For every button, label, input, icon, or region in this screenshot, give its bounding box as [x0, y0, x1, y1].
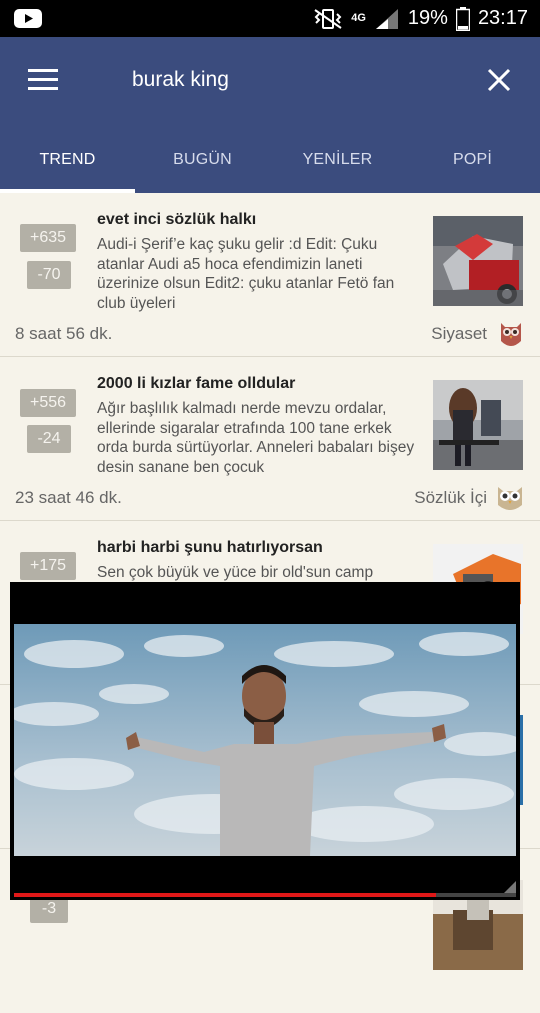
entry-time: 8 saat 56 dk. — [15, 324, 113, 343]
video-player[interactable] — [10, 582, 520, 900]
tab-yeniler[interactable]: YENİLER — [270, 137, 405, 193]
entry-category[interactable]: Sözlük İçi — [414, 488, 487, 508]
owl-icon — [498, 483, 524, 513]
list-item[interactable]: +635 -70 evet inci sözlük halkı Audi-i Ş… — [0, 193, 540, 357]
status-bar: 4G 19% 23:17 — [0, 0, 540, 37]
upvote-count[interactable]: +175 — [20, 552, 76, 580]
downvote-count[interactable]: -24 — [27, 425, 71, 453]
tab-popi[interactable]: POPİ — [405, 137, 540, 193]
entry-body: Audi-i Şerif’e kaç şuku gelir :d Edit: Ç… — [97, 236, 395, 312]
battery-percent: 19% — [407, 7, 448, 29]
video-frame[interactable] — [14, 624, 516, 856]
entry-category[interactable]: Siyaset — [431, 324, 487, 344]
entry-body: Sen çok büyük ve yüce bir old'sun camp — [97, 564, 374, 581]
entry-time: 23 saat 46 dk. — [15, 488, 122, 507]
hamburger-icon[interactable] — [28, 69, 58, 91]
upvote-count[interactable]: +556 — [20, 389, 76, 417]
clock: 23:17 — [477, 7, 528, 29]
tab-bugun[interactable]: BUGÜN — [135, 137, 270, 193]
search-query[interactable]: burak king — [132, 68, 229, 92]
entry-title[interactable]: evet inci sözlük halkı — [97, 211, 256, 229]
video-progress-bar[interactable] — [14, 893, 516, 897]
entry-body: Ağır başlılık kalmadı nerde mevzu ordala… — [97, 400, 415, 476]
upvote-count[interactable]: +635 — [20, 224, 76, 252]
vibrate-icon — [313, 8, 343, 30]
battery-icon — [455, 6, 470, 31]
entry-thumbnail[interactable] — [433, 380, 523, 470]
network-label: 4G — [351, 12, 366, 24]
close-icon[interactable] — [484, 65, 514, 95]
app-header: burak king TREND BUGÜN YENİLER POPİ — [0, 37, 540, 193]
youtube-icon — [14, 9, 42, 33]
entry-title[interactable]: 2000 li kızlar fame olldular — [97, 375, 295, 393]
owl-red-icon — [498, 319, 524, 349]
tab-trend[interactable]: TREND — [0, 137, 135, 193]
resize-handle-icon[interactable] — [504, 880, 516, 893]
network-4g-icon: 4G — [351, 13, 366, 24]
signal-icon — [374, 7, 400, 31]
video-progress-fill — [14, 893, 436, 897]
entry-thumbnail[interactable] — [433, 216, 523, 306]
list-item[interactable]: +556 -24 2000 li kızlar fame olldular Ağ… — [0, 357, 540, 521]
entry-title[interactable]: harbi harbi şunu hatırlıyorsan — [97, 539, 323, 557]
downvote-count[interactable]: -70 — [27, 261, 71, 289]
tab-bar: TREND BUGÜN YENİLER POPİ — [0, 137, 540, 193]
